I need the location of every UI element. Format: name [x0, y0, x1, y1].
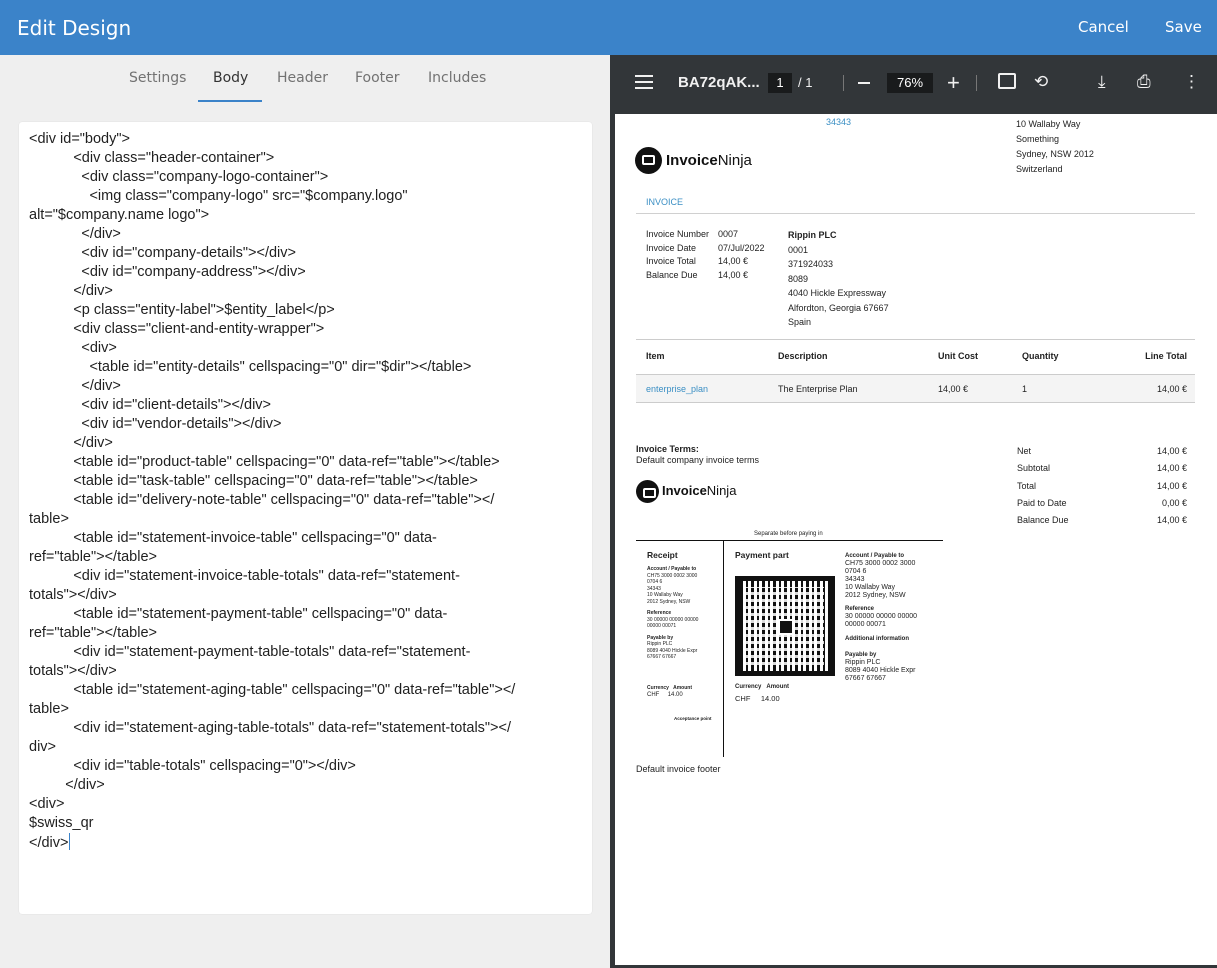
tab-bar: Settings Body Header Footer Includes [0, 55, 610, 103]
swiss-qr-code [735, 576, 835, 676]
logo-icon [636, 480, 659, 503]
receipt-amount: CHF 14.00 [647, 692, 683, 698]
company-logo: InvoiceNinja [662, 483, 737, 498]
print-icon[interactable]: ⎙ [1137, 72, 1151, 92]
separate-text: Separate before paying in [754, 531, 823, 537]
company-address: 10 Wallaby Way Something Sydney, NSW 201… [1016, 119, 1094, 174]
payment-currency-label: Currency Amount [735, 684, 790, 690]
item-link[interactable]: enterprise_plan [646, 384, 708, 394]
qr-divider [723, 540, 724, 757]
more-options-icon[interactable]: ⋮ [1183, 72, 1200, 92]
zoom-in-icon[interactable]: + [947, 70, 960, 96]
payment-part-title: Payment part [735, 550, 789, 560]
receipt-currency-label: Currency Amount [647, 685, 693, 691]
fit-page-icon[interactable] [998, 73, 1016, 89]
company-number: 34343 [826, 117, 852, 127]
top-bar: Edit Design Cancel Save [0, 0, 1217, 55]
toolbar-divider [976, 75, 977, 91]
terms-label: Invoice Terms: [636, 444, 699, 454]
client-details: Rippin PLC 0001 371924033 8089 4040 Hick… [788, 230, 889, 327]
save-button[interactable]: Save [1165, 18, 1202, 36]
page-total: / 1 [798, 75, 813, 90]
table-row: enterprise_plan The Enterprise Plan 14,0… [636, 375, 1195, 403]
acceptance-point: Acceptance point [674, 716, 712, 721]
tab-footer[interactable]: Footer [355, 70, 400, 86]
download-icon[interactable]: ⤓ [1098, 72, 1106, 92]
table-totals: Net 14,00 € Subtotal 14,00 € Total 14,00 € … [1017, 446, 1187, 526]
company-logo: InvoiceNinja [666, 152, 752, 169]
zoom-out-icon[interactable] [858, 82, 870, 84]
text-caret [68, 833, 70, 850]
tab-includes[interactable]: Includes [428, 70, 486, 86]
entity-details: Invoice Number 0007 Invoice Date 07/Jul/20… [646, 229, 765, 280]
pdf-toolbar: BA72qAK... 1 / 1 76% + ⟲ ⤓ ⎙ ⋮ [610, 55, 1217, 110]
pdf-filename: BA72qAK... [678, 74, 760, 91]
code-text[interactable]: <div id="body"> <div class="header-conta… [29, 130, 584, 853]
toolbar-divider [843, 75, 844, 91]
code-content: <div id="body"> <div class="header-conta… [29, 131, 516, 851]
receipt-details: Account / Payable to CH75 3000 0002 3000… [647, 566, 699, 660]
pdf-page: 34343 10 Wallaby Way Something Sydney, N… [615, 114, 1217, 965]
cancel-button[interactable]: Cancel [1078, 18, 1129, 36]
zoom-level-input[interactable]: 76% [887, 73, 933, 93]
page-title: Edit Design [17, 16, 132, 40]
active-tab-indicator [198, 100, 262, 102]
tab-body[interactable]: Body [213, 70, 248, 86]
page-number-input[interactable]: 1 [768, 73, 792, 93]
receipt-title: Receipt [647, 550, 678, 560]
tab-settings[interactable]: Settings [129, 70, 186, 86]
menu-icon[interactable] [635, 75, 653, 89]
logo-icon [635, 147, 662, 174]
qr-top-line [636, 540, 943, 541]
product-table-header: Item Description Unit Cost Quantity Line… [636, 339, 1195, 375]
payment-details: Account / Payable to CH75 3000 0002 3000… [845, 553, 918, 682]
editor-panel: Settings Body Header Footer Includes <di… [0, 55, 610, 968]
invoice-footer: Default invoice footer [636, 764, 721, 774]
tab-header[interactable]: Header [277, 70, 328, 86]
terms-text: Default company invoice terms [636, 455, 760, 465]
divider [636, 213, 1195, 214]
payment-amount: CHF 14.00 [735, 694, 780, 703]
code-editor[interactable]: <div id="body"> <div class="header-conta… [19, 122, 592, 914]
entity-label: INVOICE [646, 197, 684, 207]
pdf-preview-panel: BA72qAK... 1 / 1 76% + ⟲ ⤓ ⎙ ⋮ 34343 10 … [610, 55, 1217, 968]
rotate-icon[interactable]: ⟲ [1034, 72, 1048, 92]
